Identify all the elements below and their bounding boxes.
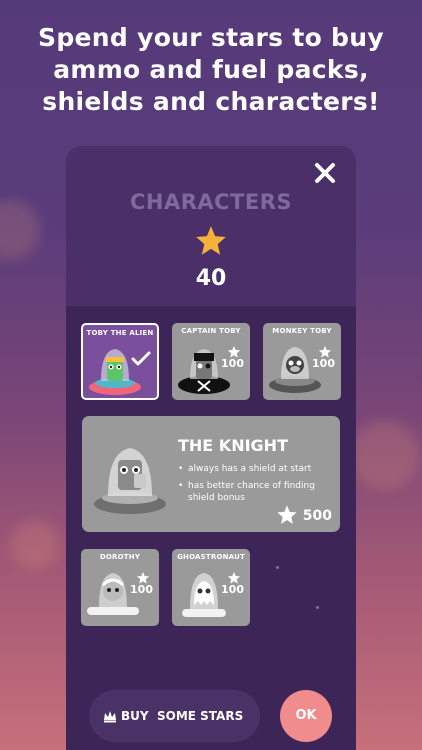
character-name: MONKEY TOBY bbox=[272, 327, 332, 335]
character-name: DOROTHY bbox=[99, 553, 141, 561]
character-price: 100 bbox=[130, 583, 153, 596]
buy-stars-button[interactable]: BUY SOME STARS bbox=[89, 690, 260, 742]
star-icon bbox=[196, 226, 226, 255]
character-card-captain-toby[interactable]: CAPTAIN TOBY 100 bbox=[172, 323, 250, 400]
featured-character-name: THE KNIGHT bbox=[178, 436, 288, 455]
background-glow bbox=[0, 200, 40, 260]
buy-label-rest: SOME STARS bbox=[157, 709, 244, 723]
close-icon bbox=[315, 163, 335, 183]
promo-headline: Spend your stars to buy ammo and fuel pa… bbox=[0, 22, 422, 118]
background-glow bbox=[350, 420, 420, 490]
crown-icon bbox=[104, 711, 116, 723]
feature-text: has better chance of finding bbox=[188, 481, 315, 491]
toby-the-alien-avatar bbox=[89, 349, 141, 395]
character-card-monkey-toby[interactable]: MONKEY TOBY 100 bbox=[263, 323, 341, 400]
character-name: CAPTAIN TOBY bbox=[181, 327, 241, 335]
ok-button[interactable]: OK bbox=[280, 690, 332, 742]
twinkle-star bbox=[276, 566, 279, 569]
headline-line-1: Spend your stars to buy bbox=[38, 23, 384, 52]
bullet-dot-icon: • bbox=[178, 481, 184, 491]
bullet-dot-icon: • bbox=[178, 464, 184, 474]
feature-bullet: • always has a shield at start bbox=[178, 463, 338, 475]
character-card-toby-the-alien[interactable]: TOBY THE ALIEN bbox=[81, 323, 159, 400]
character-card-dorothy[interactable]: DOROTHY 100 bbox=[81, 549, 159, 626]
selected-check-icon bbox=[131, 351, 151, 366]
headline-line-2: ammo and fuel packs, bbox=[53, 55, 369, 84]
featured-price: 500 bbox=[302, 508, 332, 524]
character-price: 100 bbox=[221, 357, 244, 370]
twinkle-star bbox=[316, 606, 319, 609]
buy-label: BUY bbox=[121, 709, 149, 723]
the-knight-avatar bbox=[94, 448, 166, 514]
character-price: 100 bbox=[312, 357, 335, 370]
star-balance: 40 bbox=[195, 266, 227, 291]
feature-text: always has a shield at start bbox=[188, 464, 312, 474]
character-name: TOBY THE ALIEN bbox=[86, 329, 154, 337]
close-button[interactable] bbox=[312, 162, 338, 188]
character-name: GHOASTRONAUT bbox=[177, 553, 245, 561]
star-icon bbox=[277, 505, 297, 524]
background-glow bbox=[10, 520, 60, 570]
feature-text: shield bonus bbox=[188, 493, 245, 503]
character-card-ghoastronaut[interactable]: GHOASTRONAUT 100 bbox=[172, 549, 250, 626]
character-price: 100 bbox=[221, 583, 244, 596]
feature-bullet: • has better chance of finding shield bo… bbox=[178, 480, 338, 504]
panel-title: CHARACTERS bbox=[129, 190, 293, 214]
character-card-the-knight[interactable]: THE KNIGHT • always has a shield at star… bbox=[82, 416, 340, 532]
characters-panel: CHARACTERS 40 TOBY THE ALIEN CAPTAIN TOB… bbox=[66, 146, 356, 750]
headline-line-3: shields and characters! bbox=[42, 87, 380, 116]
